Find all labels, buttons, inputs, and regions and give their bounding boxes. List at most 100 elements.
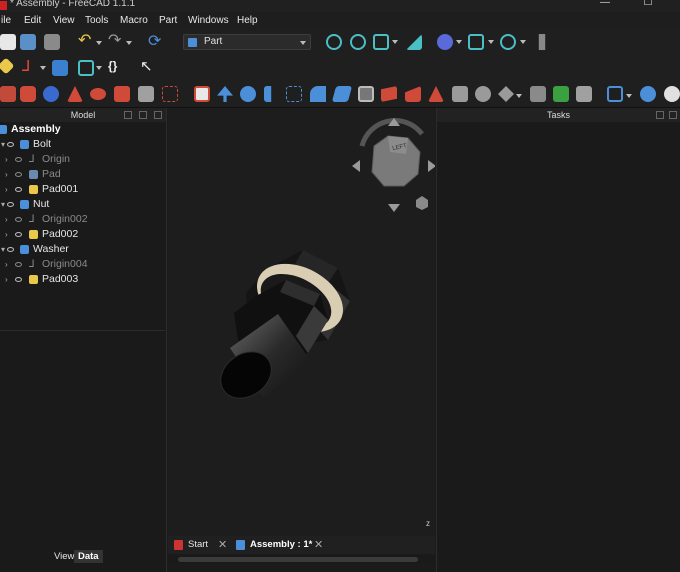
- what-is-this-icon[interactable]: ↖: [140, 59, 156, 75]
- close-tab-icon[interactable]: ✕: [218, 537, 227, 553]
- group-folder-icon[interactable]: [52, 60, 68, 76]
- menu-help[interactable]: Help: [237, 15, 258, 26]
- visibility-eye-icon[interactable]: [15, 217, 22, 222]
- compound-dropdown-icon[interactable]: [516, 94, 522, 98]
- fillet-icon[interactable]: [264, 86, 272, 102]
- nav-arrow-down-icon[interactable]: [388, 204, 400, 212]
- section-icon[interactable]: [286, 86, 302, 102]
- check-geometry-icon[interactable]: [530, 86, 546, 102]
- expand-arrow-icon[interactable]: ›: [5, 257, 8, 272]
- refresh-icon[interactable]: ⟳: [148, 34, 164, 50]
- minimize-button[interactable]: —: [590, 0, 620, 11]
- visibility-eye-icon[interactable]: [7, 142, 14, 147]
- expand-arrow-icon[interactable]: ›: [5, 272, 8, 287]
- redo-icon[interactable]: ↷: [108, 33, 124, 50]
- mirror-icon[interactable]: [240, 86, 256, 102]
- extrude-icon[interactable]: [194, 86, 210, 102]
- measure-linear-icon[interactable]: [607, 86, 623, 102]
- torus-icon[interactable]: [90, 88, 106, 100]
- tree-item-assembly[interactable]: Assembly: [0, 122, 167, 137]
- tree-item-origin[interactable]: › ⅃ Origin: [0, 152, 167, 167]
- tree-item-pad[interactable]: › Pad: [0, 167, 167, 182]
- tab-assembly[interactable]: Assembly : 1* ✕: [236, 537, 326, 553]
- projection-icon[interactable]: [405, 86, 421, 102]
- tree-item-origin002[interactable]: › ⅃ Origin002: [0, 212, 167, 227]
- loft-icon[interactable]: [331, 86, 353, 102]
- expand-arrow-icon[interactable]: ›: [5, 167, 8, 182]
- open-document-icon[interactable]: [20, 34, 36, 50]
- redo-dropdown-icon[interactable]: [126, 41, 132, 45]
- stereo-view-icon[interactable]: [468, 34, 484, 50]
- visibility-eye-icon[interactable]: [7, 247, 14, 252]
- expand-arrow-icon[interactable]: ›: [5, 212, 8, 227]
- revolve-icon[interactable]: [217, 86, 233, 102]
- scrollbar-thumb[interactable]: [178, 557, 418, 562]
- dock-panel-icon[interactable]: [139, 111, 147, 119]
- stereo-dropdown-icon[interactable]: [488, 40, 494, 44]
- close-panel-icon[interactable]: [154, 111, 162, 119]
- menu-view[interactable]: View: [53, 15, 75, 26]
- attachment-icon[interactable]: [576, 86, 592, 102]
- nav-arrow-left-icon[interactable]: [352, 160, 360, 172]
- coordinate-dropdown-icon[interactable]: [40, 66, 46, 70]
- close-panel-icon[interactable]: [669, 111, 677, 119]
- visibility-eye-icon[interactable]: [15, 277, 22, 282]
- menu-part[interactable]: Part: [159, 15, 177, 26]
- tree-item-washer[interactable]: ▾ Washer: [0, 242, 167, 257]
- split-icon[interactable]: [428, 86, 444, 102]
- link-dropdown-icon[interactable]: [96, 66, 102, 70]
- expand-arrow-icon[interactable]: ▾: [1, 197, 5, 212]
- menu-edit[interactable]: Edit: [24, 15, 41, 26]
- menu-windows[interactable]: Windows: [188, 15, 229, 26]
- isometric-view-icon[interactable]: [373, 34, 389, 50]
- fit-all-icon[interactable]: [326, 34, 342, 50]
- measure-angular-icon[interactable]: [640, 86, 656, 102]
- maximize-button[interactable]: ☐: [633, 0, 663, 11]
- horizontal-scrollbar[interactable]: [168, 555, 435, 564]
- zoom-icon[interactable]: [500, 34, 516, 50]
- 3d-viewport[interactable]: LEFT: [168, 108, 435, 536]
- draw-style-dropdown-icon[interactable]: [456, 40, 462, 44]
- visibility-eye-icon[interactable]: [15, 157, 22, 162]
- undo-dropdown-icon[interactable]: [96, 41, 102, 45]
- view-dropdown-icon[interactable]: [392, 40, 398, 44]
- new-document-icon[interactable]: [0, 34, 16, 50]
- tree-item-origin004[interactable]: › ⅃ Origin004: [0, 257, 167, 272]
- navcube-mini-cube-icon[interactable]: [416, 196, 428, 210]
- float-panel-icon[interactable]: [656, 111, 664, 119]
- visibility-eye-icon[interactable]: [15, 232, 22, 237]
- close-tab-icon[interactable]: ✕: [314, 537, 323, 553]
- menu-file[interactable]: ile: [1, 15, 11, 26]
- defeaturing-icon[interactable]: [553, 86, 569, 102]
- fit-selection-icon[interactable]: [350, 34, 366, 50]
- tube-icon[interactable]: [114, 86, 130, 102]
- tree-item-pad003[interactable]: › Pad003: [0, 272, 167, 287]
- tree-item-nut[interactable]: ▾ Nut: [0, 197, 167, 212]
- expand-arrow-icon[interactable]: ›: [5, 182, 8, 197]
- visibility-eye-icon[interactable]: [15, 172, 22, 177]
- cone-icon[interactable]: [67, 86, 83, 102]
- draw-style-icon[interactable]: [437, 34, 453, 50]
- chamfer-icon[interactable]: [310, 86, 326, 102]
- undo-icon[interactable]: ↶: [78, 33, 94, 50]
- expand-arrow-icon[interactable]: ›: [5, 227, 8, 242]
- cylinder-icon[interactable]: [20, 86, 36, 102]
- compound-icon[interactable]: [498, 86, 514, 102]
- primitives-icon[interactable]: [138, 86, 154, 102]
- tab-data[interactable]: Data: [74, 550, 103, 563]
- measure-refresh-icon[interactable]: [664, 86, 680, 102]
- menu-tools[interactable]: Tools: [85, 15, 108, 26]
- join-icon[interactable]: [475, 86, 491, 102]
- visibility-eye-icon[interactable]: [15, 262, 22, 267]
- nav-arrow-right-icon[interactable]: [428, 160, 435, 172]
- tree-item-pad001[interactable]: › Pad001: [0, 182, 167, 197]
- tree-item-bolt[interactable]: ▾ Bolt: [0, 137, 167, 152]
- variable-set-icon[interactable]: {}: [108, 59, 124, 75]
- expand-arrow-icon[interactable]: ▾: [1, 137, 5, 152]
- workbench-selector[interactable]: Part: [183, 34, 311, 50]
- menu-macro[interactable]: Macro: [120, 15, 148, 26]
- expand-arrow-icon[interactable]: ›: [5, 152, 8, 167]
- boolean-icon[interactable]: [452, 86, 468, 102]
- part-icon[interactable]: [0, 57, 15, 75]
- thickness-icon[interactable]: [381, 86, 397, 102]
